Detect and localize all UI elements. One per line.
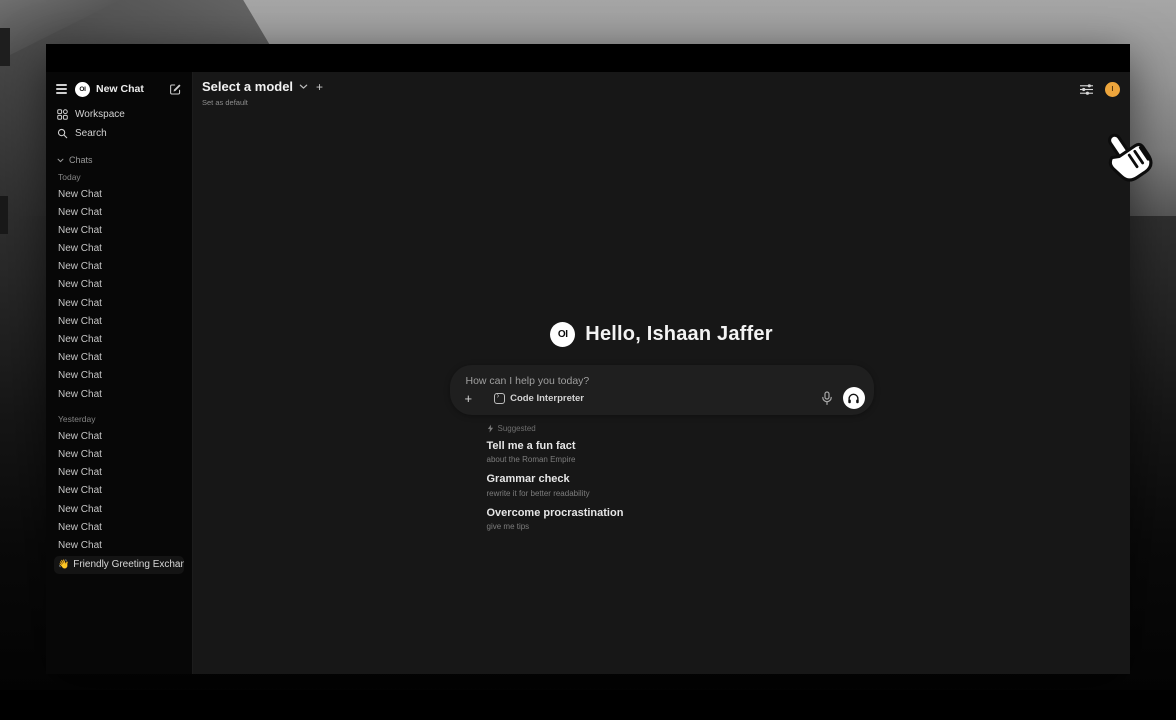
chat-group-today: Today New ChatNew ChatNew ChatNew ChatNe… (54, 172, 184, 404)
chats-section-label: Chats (69, 155, 93, 165)
chat-list-item[interactable]: New Chat (54, 295, 184, 313)
user-avatar[interactable]: I (1105, 82, 1120, 97)
suggestion-title: Tell me a fun fact (487, 440, 874, 454)
code-interpreter-toggle[interactable]: Code Interpreter (490, 391, 588, 406)
workspace-grid-icon (57, 109, 68, 120)
chat-list-item[interactable]: New Chat (54, 186, 184, 204)
lightning-icon (487, 424, 494, 433)
suggestion-subtitle: about the Roman Empire (487, 455, 874, 464)
chats-section-toggle[interactable]: Chats (57, 155, 184, 165)
chat-list-item[interactable]: New Chat (54, 519, 184, 537)
chat-list-item[interactable]: New Chat (54, 501, 184, 519)
voice-call-button[interactable] (843, 387, 865, 409)
chat-group-yesterday: Yesterday New ChatNew ChatNew ChatNew Ch… (54, 414, 184, 555)
code-interpreter-label: Code Interpreter (510, 393, 584, 404)
set-as-default-link[interactable]: Set as default (202, 98, 323, 107)
message-composer[interactable]: + Code Interpreter (450, 365, 874, 415)
chat-group-label: Today (58, 172, 184, 182)
sidebar-toggle-icon[interactable] (54, 81, 69, 96)
chat-list-item[interactable]: New Chat (54, 350, 184, 368)
brand-logo: OI (550, 322, 575, 347)
suggestion-title: Grammar check (487, 473, 874, 487)
code-interpreter-icon (494, 393, 505, 404)
workspace-label: Workspace (75, 109, 125, 120)
chevron-down-icon (57, 157, 64, 164)
suggestion-item[interactable]: Overcome procrastination give me tips (487, 507, 874, 531)
greeting-text: Hello, Ishaan Jaffer (585, 323, 772, 346)
chat-list-item-named[interactable]: 👋 Friendly Greeting Exchange (54, 556, 184, 574)
sidebar-title: New Chat (96, 83, 161, 95)
chat-list-item[interactable]: New Chat (54, 332, 184, 350)
chat-list-item[interactable]: New Chat (54, 204, 184, 222)
suggestion-subtitle: give me tips (487, 522, 874, 531)
chat-title: Friendly Greeting Exchange (73, 559, 184, 570)
main-header: Select a model + Set as default (193, 72, 1130, 112)
new-chat-button[interactable] (167, 81, 184, 98)
chevron-down-icon (299, 82, 308, 91)
suggestion-title: Overcome procrastination (487, 507, 874, 521)
chat-list-item[interactable]: New Chat (54, 222, 184, 240)
chat-list-item[interactable]: New Chat (54, 465, 184, 483)
controls-button[interactable] (1077, 81, 1096, 98)
chat-list-item[interactable]: New Chat (54, 483, 184, 501)
sliders-icon (1079, 83, 1094, 96)
app-window: OI New Chat (46, 44, 1130, 674)
voice-input-button[interactable] (819, 389, 835, 408)
wallpaper-deco (0, 196, 8, 234)
sidebar-item-workspace[interactable]: Workspace (54, 105, 184, 124)
chat-list-item[interactable]: New Chat (54, 368, 184, 386)
desktop: OI New Chat (0, 0, 1176, 720)
main-area: Select a model + Set as default (193, 72, 1130, 674)
sidebar-item-search[interactable]: Search (54, 124, 184, 143)
chat-list: New ChatNew ChatNew ChatNew ChatNew Chat… (54, 428, 184, 555)
add-model-button[interactable]: + (316, 80, 323, 94)
suggestion-list: Tell me a fun fact about the Roman Empir… (487, 440, 874, 531)
chat-list-item[interactable]: New Chat (54, 259, 184, 277)
chat-group-label: Yesterday (58, 414, 184, 424)
window-topbar (46, 44, 1130, 72)
suggested-label: Suggested (498, 424, 536, 433)
search-icon (57, 128, 68, 139)
suggestion-item[interactable]: Grammar check rewrite it for better read… (487, 473, 874, 497)
suggested-section: Suggested Tell me a fun fact about the R… (450, 424, 874, 531)
brand-logo: OI (75, 82, 90, 97)
chat-list-item[interactable]: New Chat (54, 386, 184, 404)
suggestion-subtitle: rewrite it for better readability (487, 489, 874, 498)
chat-list-item[interactable]: New Chat (54, 428, 184, 446)
chat-list-item[interactable]: New Chat (54, 241, 184, 259)
attach-button[interactable]: + (461, 390, 477, 407)
chat-list-item[interactable]: New Chat (54, 446, 184, 464)
microphone-icon (821, 391, 833, 406)
sidebar: OI New Chat (46, 72, 193, 674)
chat-list-item[interactable]: New Chat (54, 277, 184, 295)
chat-list: New ChatNew ChatNew ChatNew ChatNew Chat… (54, 186, 184, 404)
model-selector[interactable]: Select a model + (202, 79, 323, 94)
headphones-icon (847, 392, 860, 405)
model-selector-label: Select a model (202, 79, 293, 94)
chat-list-item[interactable]: New Chat (54, 537, 184, 555)
wave-emoji: 👋 (58, 559, 69, 570)
wallpaper-bottom-band (0, 690, 1176, 720)
edit-pencil-icon (169, 83, 182, 96)
wallpaper-deco (0, 28, 10, 66)
welcome-block: OI Hello, Ishaan Jaffer + Code Interpret… (450, 322, 874, 540)
suggestion-item[interactable]: Tell me a fun fact about the Roman Empir… (487, 440, 874, 464)
chat-list-item[interactable]: New Chat (54, 313, 184, 331)
search-label: Search (75, 128, 107, 139)
